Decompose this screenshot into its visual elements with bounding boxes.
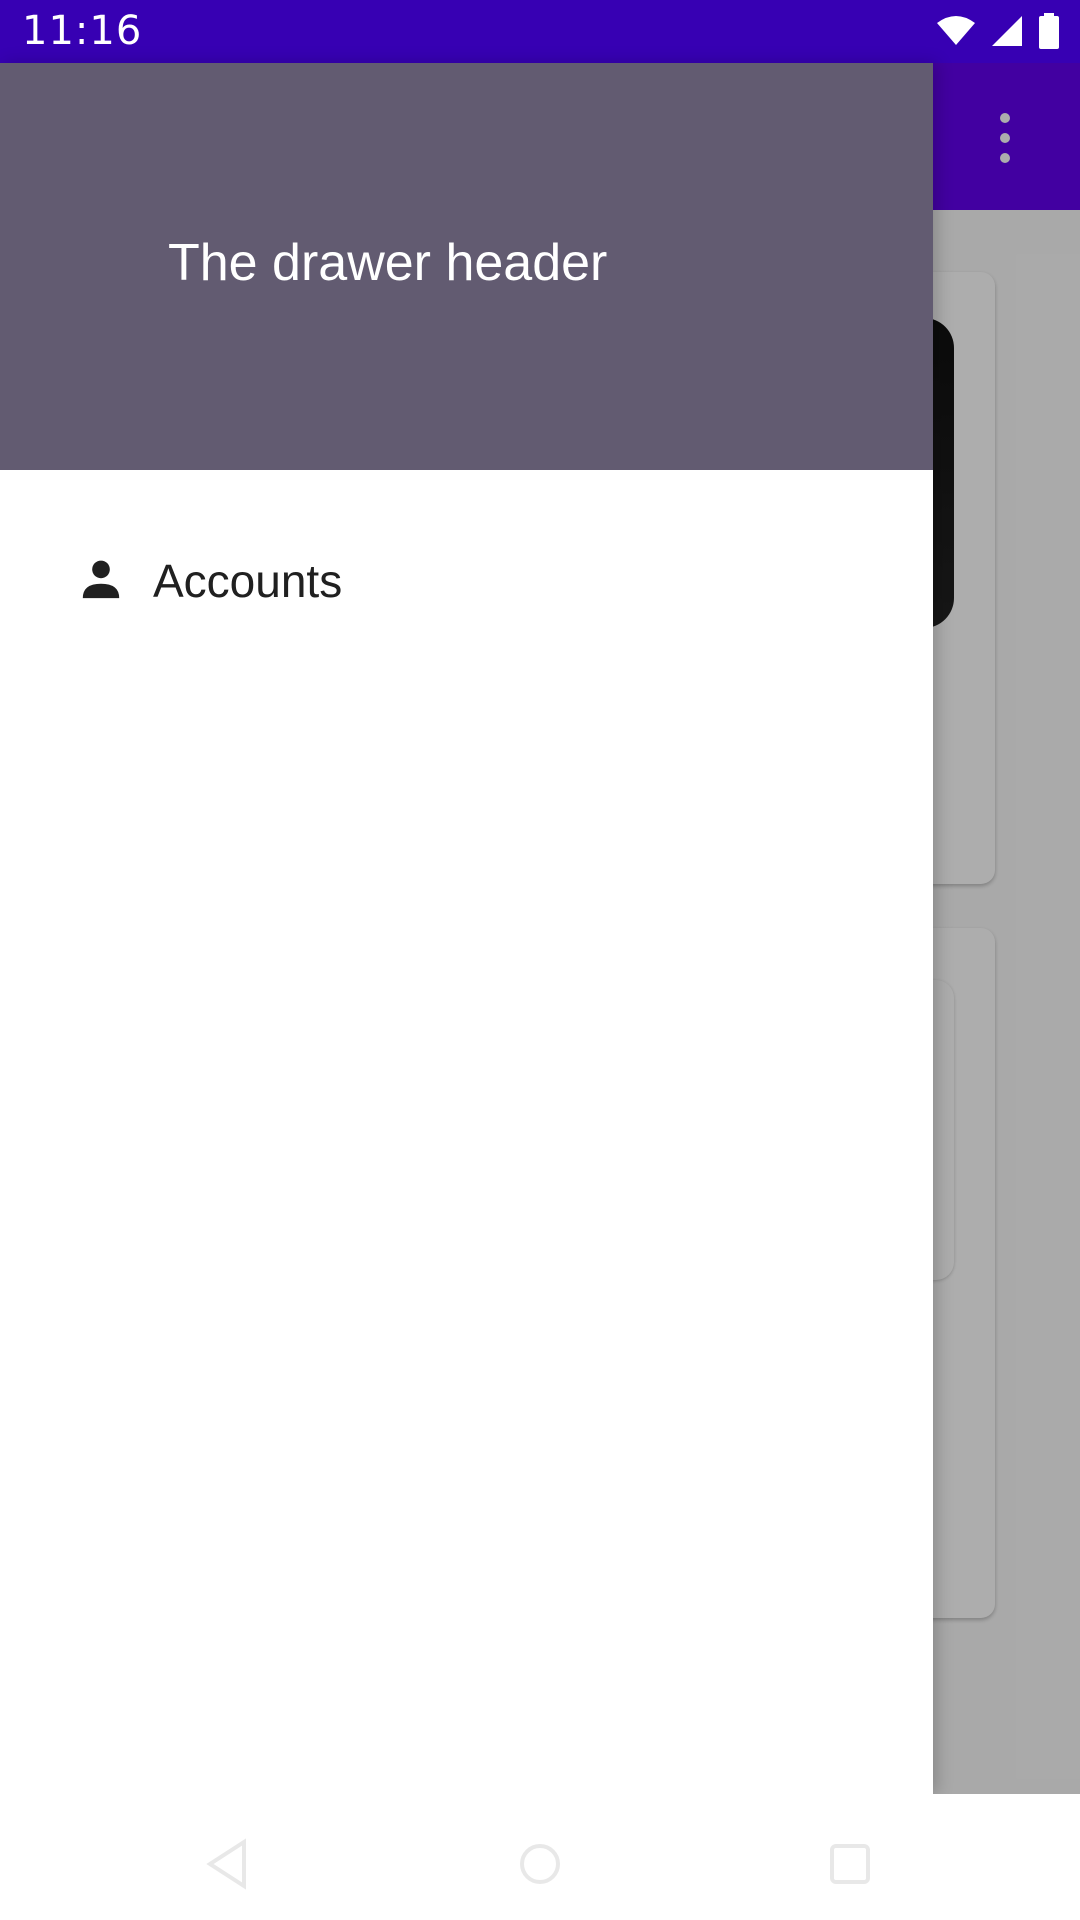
system-nav-bar — [0, 1794, 1080, 1920]
signal-icon — [992, 16, 1022, 46]
drawer-item-accounts[interactable]: Accounts — [0, 518, 933, 638]
status-time: 11:16 — [22, 8, 143, 54]
wifi-icon — [937, 16, 975, 45]
status-bar: 11:16 — [0, 0, 1080, 63]
drawer-header-title: The drawer header — [168, 234, 608, 292]
recents-icon[interactable] — [820, 1834, 880, 1894]
person-icon — [82, 560, 120, 599]
drawer-header: The drawer header — [0, 63, 933, 470]
status-icons — [936, 12, 1060, 50]
back-icon[interactable] — [200, 1834, 260, 1894]
navigation-drawer: The drawer header Accounts — [0, 63, 933, 1794]
home-icon[interactable] — [510, 1834, 570, 1894]
drawer-item-label: Accounts — [153, 555, 343, 607]
battery-icon — [1039, 13, 1059, 49]
